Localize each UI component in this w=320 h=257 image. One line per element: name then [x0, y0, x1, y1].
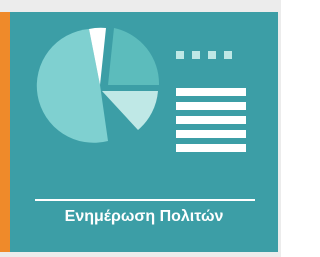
dot-3 — [208, 51, 216, 59]
pie-chart-report-icon — [36, 27, 246, 152]
dots-row — [176, 51, 232, 59]
dot-4 — [224, 51, 232, 59]
citizen-info-tile[interactable]: Ενημέρωση Πολιτών — [0, 0, 281, 257]
pie-slice-pale — [102, 91, 158, 130]
pie-chart-graphic — [36, 27, 160, 143]
pie-slice-medium — [108, 28, 160, 85]
tile-accent-bar — [0, 12, 10, 252]
line-5 — [176, 144, 246, 152]
dot-1 — [176, 51, 184, 59]
line-3 — [176, 116, 246, 124]
line-4 — [176, 130, 246, 138]
dot-2 — [192, 51, 200, 59]
caption-divider — [35, 199, 255, 201]
text-lines-graphic — [176, 88, 246, 152]
line-2 — [176, 102, 246, 110]
line-1 — [176, 88, 246, 96]
tile-caption: Ενημέρωση Πολιτών — [64, 208, 224, 225]
